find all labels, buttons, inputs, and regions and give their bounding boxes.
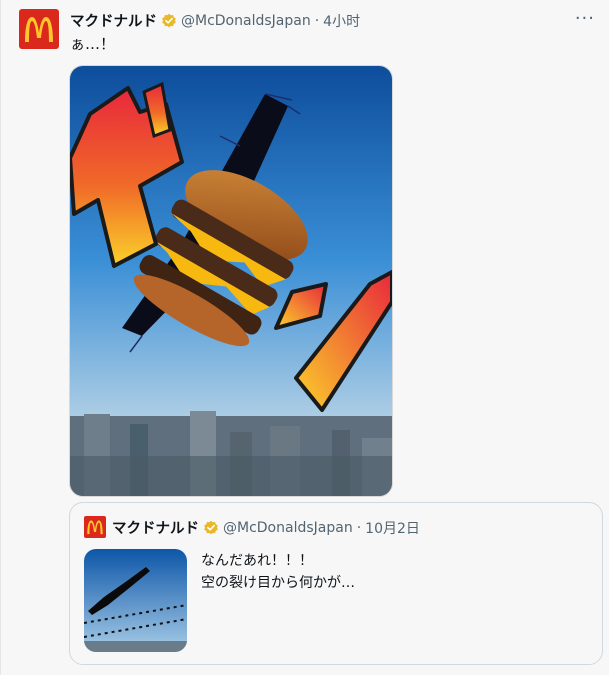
tweet-header: マクドナルド @McDonaldsJapan · 4小时: [70, 10, 360, 31]
tweet-media-image[interactable]: [69, 65, 393, 497]
quoted-timestamp[interactable]: 10月2日: [365, 518, 420, 538]
separator: ·: [356, 519, 362, 536]
more-options-button[interactable]: ···: [575, 8, 595, 29]
quoted-handle[interactable]: @McDonaldsJapan: [223, 520, 353, 536]
separator: ·: [314, 12, 320, 29]
quoted-text-line: なんだあれ！！！: [201, 553, 313, 569]
sky-rift-thumbnail: [84, 549, 187, 652]
tweet: マクドナルド @McDonaldsJapan · 4小时 ··· ぁ…！ マクド…: [0, 0, 609, 675]
quoted-tweet-text: なんだあれ！！！ 空の裂け目から何かが…: [201, 550, 355, 594]
quoted-tweet-header: マクドナルド @McDonaldsJapan · 10月2日: [112, 517, 420, 538]
quoted-display-name[interactable]: マクドナルド: [112, 517, 199, 538]
timestamp[interactable]: 4小时: [323, 11, 360, 31]
mcdonalds-logo-icon[interactable]: [84, 516, 106, 538]
verified-badge-icon: [203, 520, 219, 536]
tweet-text: ぁ…！: [70, 35, 116, 53]
quoted-tweet[interactable]: マクドナルド @McDonaldsJapan · 10月2日 なんだあれ！！！ …: [69, 502, 603, 665]
handle[interactable]: @McDonaldsJapan: [181, 13, 311, 29]
verified-badge-icon: [161, 13, 177, 29]
display-name[interactable]: マクドナルド: [70, 10, 157, 31]
mcdonalds-logo-icon[interactable]: [19, 9, 59, 49]
quoted-text-line: 空の裂け目から何かが…: [201, 575, 355, 591]
